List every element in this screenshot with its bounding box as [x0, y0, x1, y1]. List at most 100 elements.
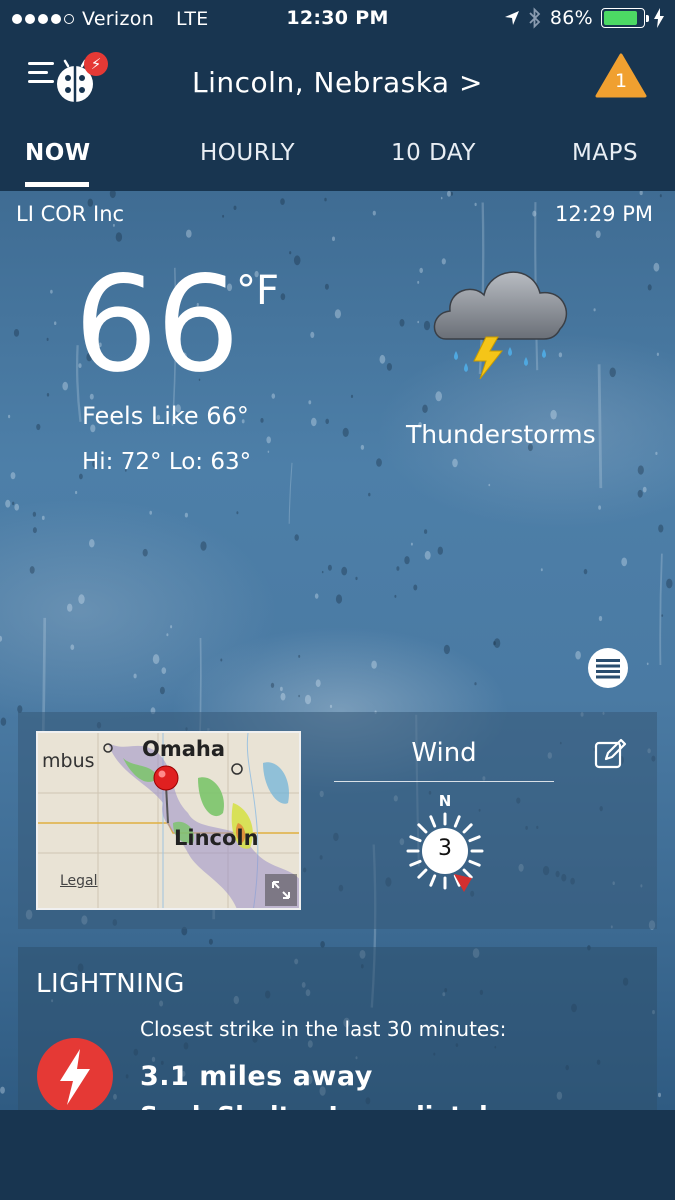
compass-tick [409, 859, 422, 867]
lightning-advisory: Seek Shelter Immediately [140, 1101, 504, 1110]
compass-tick [462, 868, 473, 879]
raindrop [12, 501, 15, 506]
compass-tick [429, 874, 437, 887]
edit-icon[interactable] [594, 737, 628, 771]
raindrop [5, 499, 11, 508]
raindrop [658, 524, 664, 533]
raindrop [621, 557, 628, 567]
raindrop [266, 436, 272, 444]
raindrop [598, 505, 601, 510]
raindrop [437, 546, 443, 555]
status-bar: Verizon LTE 12:30 PM 86% [0, 0, 675, 38]
tab-maps[interactable]: MAPS [572, 140, 638, 166]
alert-count: 1 [614, 70, 628, 92]
lightning-subtitle: Closest strike in the last 30 minutes: [140, 1017, 507, 1041]
raindrop [647, 284, 652, 291]
raindrop [595, 230, 601, 239]
bottom-bar [0, 1110, 675, 1200]
raindrop [50, 289, 53, 294]
raindrop [422, 404, 428, 413]
charging-bolt-icon [654, 8, 664, 28]
raindrop [639, 191, 643, 196]
raindrop [332, 236, 335, 242]
status-right: 86% [504, 7, 665, 29]
raindrop [396, 566, 400, 571]
raindrop [32, 527, 37, 534]
expand-map-icon[interactable] [265, 874, 297, 906]
raindrop [233, 205, 237, 210]
raindrop [350, 394, 354, 398]
raindrop [658, 1092, 661, 1098]
raindrop [46, 393, 50, 397]
tab-now[interactable]: NOW [25, 140, 91, 166]
compass-tick [417, 823, 428, 834]
raindrop [642, 486, 647, 493]
raindrop [62, 381, 68, 391]
raindrop [593, 308, 596, 312]
tab-hourly[interactable]: HOURLY [200, 140, 295, 166]
raindrop [304, 694, 312, 705]
raindrop [67, 603, 73, 612]
compass-tick [468, 859, 481, 867]
radar-map-thumbnail[interactable]: Omaha mbus Lincoln Legal [36, 731, 301, 910]
raindrop [321, 570, 324, 574]
raindrop [443, 644, 450, 655]
raindrop [452, 458, 458, 468]
raindrop [289, 251, 292, 255]
raindrop [311, 417, 317, 427]
location-title[interactable]: Lincoln, Nebraska > [0, 66, 675, 99]
raindrop [8, 414, 11, 419]
raindrop [200, 541, 207, 551]
station-name[interactable]: LI COR Inc [16, 202, 124, 226]
hi-lo-temperature: Hi: 72° Lo: 63° [82, 449, 252, 475]
rain-streak [597, 364, 603, 489]
raindrop [260, 418, 264, 423]
raindrop [0, 1086, 5, 1094]
list-menu-icon[interactable] [587, 647, 629, 689]
raindrop [41, 515, 45, 520]
raindrop [14, 503, 19, 511]
rain-streak [659, 553, 663, 666]
bluetooth-icon [529, 7, 541, 29]
raindrop [372, 210, 376, 216]
app-header: ⚡ Lincoln, Nebraska > 1 NOW HOURLY 10 DA… [0, 38, 675, 191]
raindrop [655, 451, 658, 455]
raindrop [280, 198, 285, 205]
map-label-columbus: mbus [42, 750, 95, 772]
lightning-distance: 3.1 miles away [140, 1061, 373, 1092]
raindrop [417, 280, 420, 284]
raindrop [267, 450, 270, 453]
raindrop [550, 409, 557, 420]
raindrop [54, 321, 57, 325]
raindrop [399, 319, 405, 327]
raindrop [222, 214, 225, 218]
temperature-unit[interactable]: °F [236, 268, 279, 314]
rain-streak [288, 462, 293, 524]
raindrop [314, 593, 319, 599]
raindrop [379, 354, 386, 364]
raindrop [46, 337, 49, 341]
raindrop [474, 682, 477, 686]
tab-10-day[interactable]: 10 DAY [391, 140, 476, 166]
raindrop [341, 566, 348, 576]
raindrop [78, 594, 85, 605]
lightning-card[interactable]: LIGHTNING Closest strike in the last 30 … [18, 947, 657, 1110]
raindrop [335, 594, 343, 604]
raindrop [637, 465, 644, 475]
compass-north-label: N [439, 792, 452, 810]
observation-time: 12:29 PM [555, 202, 653, 226]
raindrop [0, 635, 3, 642]
raindrop [646, 662, 649, 666]
raindrop [0, 717, 7, 726]
raindrop [75, 490, 78, 495]
map-legal-link[interactable]: Legal [60, 873, 98, 889]
raindrop [637, 489, 643, 498]
raindrop [89, 539, 95, 548]
compass-tick [453, 815, 461, 828]
raindrop [609, 367, 616, 378]
raindrop [394, 594, 397, 598]
raindrop [342, 427, 349, 437]
raindrop [493, 638, 501, 648]
compass-tick [429, 815, 437, 828]
raindrop [159, 686, 165, 695]
